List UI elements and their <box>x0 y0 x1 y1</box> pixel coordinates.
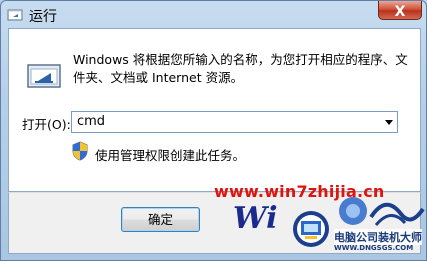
decorative-swirl <box>339 197 425 226</box>
run-dialog-window: 运行 X Windows 将根据您所输入的名称，为您打开相应的程序、文件夹、文档… <box>0 0 427 261</box>
brand-url: WWW.DNGSGS.COM <box>334 244 414 252</box>
dialog-content: Windows 将根据您所输入的名称，为您打开相应的程序、文件夹、文档或 Int… <box>8 28 421 192</box>
chevron-down-icon[interactable] <box>385 120 393 125</box>
ok-button[interactable]: 确定 <box>121 207 200 232</box>
command-input[interactable]: cmd <box>77 114 105 129</box>
run-app-icon <box>7 9 23 21</box>
brand-logo-icon <box>293 211 329 247</box>
brand-name: 电脑公司装机大师 <box>334 229 422 245</box>
window-title: 运行 <box>29 9 57 25</box>
title-bar[interactable]: 运行 X <box>1 1 427 29</box>
open-label: 打开(O): <box>22 117 71 132</box>
admin-privilege-note: 使用管理权限创建此任务。 <box>95 148 246 163</box>
win7-logo-text: Wi <box>233 201 278 236</box>
close-icon: X <box>394 4 406 20</box>
command-combobox[interactable]: cmd <box>71 111 398 133</box>
dialog-description: Windows 将根据您所输入的名称，为您打开相应的程序、文件夹、文档或 Int… <box>73 52 408 85</box>
run-program-icon <box>27 64 61 88</box>
uac-shield-icon <box>72 141 88 161</box>
close-button[interactable]: X <box>378 1 422 20</box>
